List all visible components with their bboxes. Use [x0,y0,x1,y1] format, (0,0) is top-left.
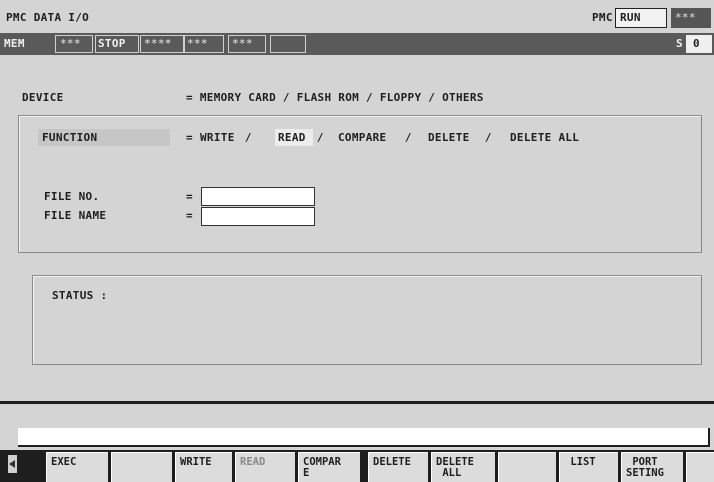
softkey-next[interactable] [686,452,714,482]
pmc-label: PMC [592,11,613,24]
run-extra: *** [675,11,696,24]
separator-line [0,401,714,404]
device-options[interactable]: = MEMORY CARD / FLASH ROM / FLOPPY / OTH… [186,91,484,105]
softkey-blank-1[interactable] [111,452,172,482]
file-no-eq: = [186,190,193,203]
key-input-line[interactable] [18,428,710,447]
pmc-data-io-screen: PMC DATA I/O PMC RUN *** MEM *** STOP **… [0,0,714,482]
file-name-label: FILE NAME [44,209,107,222]
function-option-compare[interactable]: COMPARE [338,131,386,145]
spindle-label: S [676,37,683,50]
file-name-input[interactable] [201,207,315,226]
function-sep: / [310,131,331,144]
softkey-exec[interactable]: EXEC [46,452,108,482]
file-no-label: FILE NO. [44,190,100,203]
function-eq: = [186,131,193,144]
function-sep: / [478,131,499,144]
status-value-4: **** [144,37,172,50]
function-option-delete-all[interactable]: DELETE ALL [510,131,579,145]
status-value-5: *** [187,37,208,50]
function-option-delete[interactable]: DELETE [428,131,470,145]
softkey-port-setting[interactable]: PORT SETING [621,452,683,482]
spindle-value: 0 [693,37,700,50]
function-option-write[interactable]: WRITE [200,131,235,145]
status-panel [32,275,702,365]
function-sep: / [398,131,419,144]
softkey-delete[interactable]: DELETE [368,452,428,482]
status-label: STATUS : [52,289,108,302]
file-name-eq: = [186,209,193,222]
softkey-read[interactable]: READ [235,452,295,482]
softkey-list[interactable]: LIST [559,452,618,482]
file-no-input[interactable] [201,187,315,206]
softkey-write[interactable]: WRITE [175,452,232,482]
softkey-delete-all[interactable]: DELETE ALL [431,452,495,482]
status-value-6: *** [232,37,253,50]
function-option-read[interactable]: READ [278,131,306,145]
run-status: RUN [620,11,641,24]
softkey-return-arrow-icon[interactable] [8,455,17,473]
softkey-blank-2[interactable] [498,452,556,482]
device-label: DEVICE [22,91,64,104]
status-mode: MEM [4,37,25,50]
function-label: FUNCTION [42,131,98,144]
status-value-2: *** [60,37,81,50]
function-sep: / [238,131,259,144]
status-cell-7 [270,35,306,53]
softkey-compare[interactable]: COMPAR E [298,452,360,482]
screen-title: PMC DATA I/O [6,11,90,24]
status-stop: STOP [98,37,126,50]
